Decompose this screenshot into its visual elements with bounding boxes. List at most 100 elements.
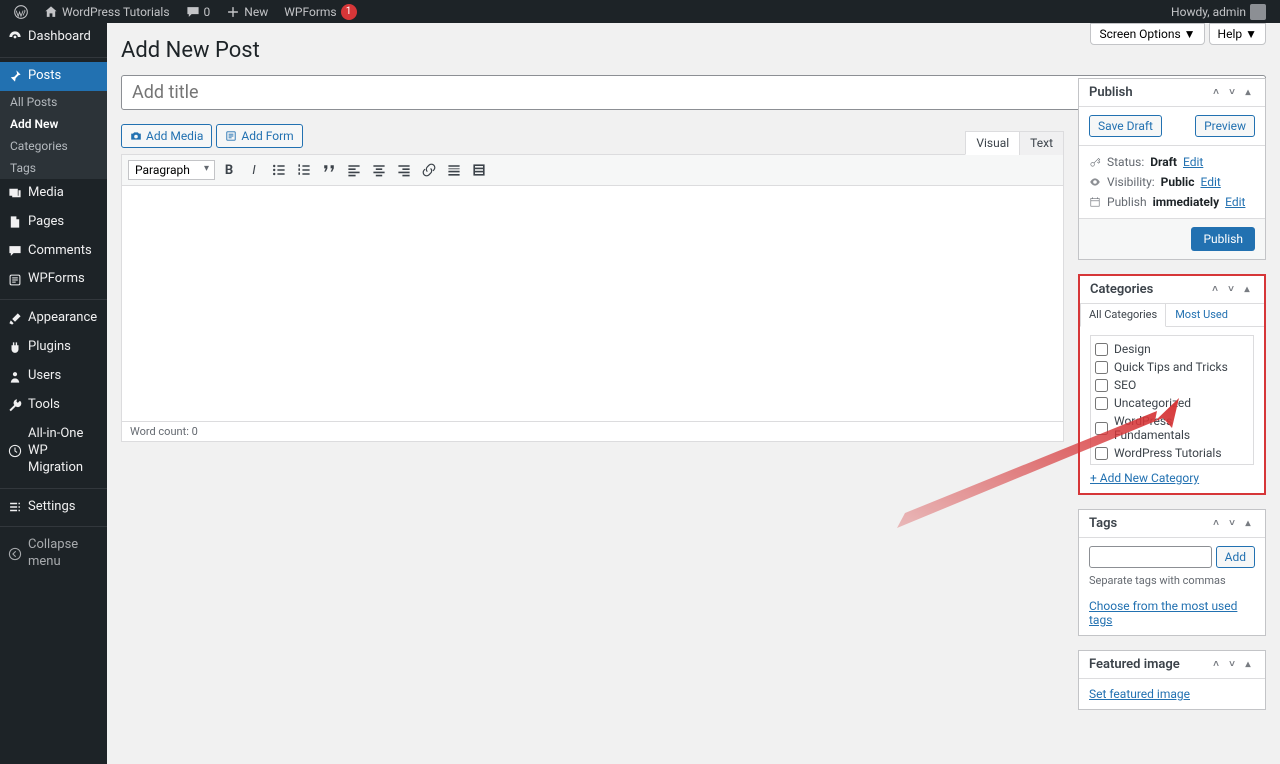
wp-logo[interactable] bbox=[8, 0, 34, 23]
edit-status-link[interactable]: Edit bbox=[1183, 155, 1203, 169]
most-used-tab[interactable]: Most Used bbox=[1166, 304, 1237, 326]
choose-tags-link[interactable]: Choose from the most used tags bbox=[1089, 599, 1255, 627]
menu-appearance[interactable]: Appearance bbox=[0, 304, 107, 333]
number-list-button[interactable] bbox=[293, 159, 315, 181]
menu-wpforms[interactable]: WPForms bbox=[0, 265, 107, 294]
toolbar-toggle-button[interactable] bbox=[468, 159, 490, 181]
add-media-button[interactable]: Add Media bbox=[121, 124, 212, 148]
toggle-icon[interactable]: ▴ bbox=[1241, 658, 1255, 672]
align-left-button[interactable] bbox=[343, 159, 365, 181]
menu-tools[interactable]: Tools bbox=[0, 391, 107, 420]
add-form-button[interactable]: Add Form bbox=[216, 124, 302, 148]
toggle-icon[interactable]: ▴ bbox=[1241, 86, 1255, 100]
move-down-icon[interactable]: ˅ bbox=[1225, 86, 1239, 100]
menu-migration[interactable]: All-in-One WP Migration bbox=[0, 420, 107, 483]
menu-dashboard[interactable]: Dashboard bbox=[0, 23, 107, 52]
word-count: Word count: 0 bbox=[122, 421, 1063, 441]
text-tab[interactable]: Text bbox=[1019, 131, 1064, 155]
set-featured-image-link[interactable]: Set featured image bbox=[1089, 687, 1190, 701]
media-icon bbox=[8, 186, 22, 200]
category-item[interactable]: WordPress Tutorials bbox=[1095, 444, 1249, 462]
add-tag-button[interactable]: Add bbox=[1216, 546, 1255, 568]
category-checkbox[interactable] bbox=[1095, 397, 1108, 410]
category-item-child[interactable]: Plugins bbox=[1095, 462, 1249, 465]
editor-content-area[interactable] bbox=[122, 186, 1063, 421]
users-icon bbox=[8, 370, 22, 384]
edit-schedule-link[interactable]: Edit bbox=[1225, 195, 1245, 209]
pages-icon bbox=[8, 215, 22, 229]
publish-title: Publish bbox=[1089, 85, 1133, 100]
quote-button[interactable] bbox=[318, 159, 340, 181]
move-down-icon[interactable]: ˅ bbox=[1224, 283, 1238, 297]
save-draft-button[interactable]: Save Draft bbox=[1089, 115, 1162, 137]
readmore-button[interactable] bbox=[443, 159, 465, 181]
pin-icon bbox=[8, 69, 22, 83]
move-up-icon[interactable]: ˄ bbox=[1208, 283, 1222, 297]
category-item[interactable]: WordPress Fundamentals bbox=[1095, 412, 1249, 444]
camera-icon bbox=[130, 130, 142, 142]
admin-bar: WordPress Tutorials 0 New WPForms1 Howdy… bbox=[0, 0, 1280, 23]
site-name-label: WordPress Tutorials bbox=[62, 5, 170, 19]
category-checkbox[interactable] bbox=[1095, 379, 1108, 392]
category-checkbox[interactable] bbox=[1095, 447, 1108, 460]
dashboard-icon bbox=[8, 30, 22, 44]
tags-metabox: Tags˄˅▴ Add Separate tags with commas Ch… bbox=[1078, 509, 1266, 636]
add-new-category-link[interactable]: + Add New Category bbox=[1090, 471, 1199, 485]
italic-button[interactable]: I bbox=[243, 159, 265, 181]
help-button[interactable]: Help ▼ bbox=[1209, 23, 1266, 45]
menu-pages[interactable]: Pages bbox=[0, 208, 107, 237]
collapse-menu[interactable]: Collapse menu bbox=[0, 531, 107, 577]
menu-plugins[interactable]: Plugins bbox=[0, 333, 107, 362]
publish-button[interactable]: Publish bbox=[1191, 227, 1255, 251]
edit-visibility-link[interactable]: Edit bbox=[1200, 175, 1220, 189]
category-checkbox[interactable] bbox=[1095, 361, 1108, 374]
category-checkbox[interactable] bbox=[1109, 465, 1122, 466]
toggle-icon[interactable]: ▴ bbox=[1241, 517, 1255, 531]
submenu-categories[interactable]: Categories bbox=[0, 135, 107, 157]
category-item[interactable]: Design bbox=[1095, 340, 1249, 358]
category-item[interactable]: SEO bbox=[1095, 376, 1249, 394]
eye-icon bbox=[1089, 176, 1101, 188]
publish-metabox: Publish˄˅▴ Save Draft Preview Status: Dr… bbox=[1078, 78, 1266, 260]
menu-posts[interactable]: Posts bbox=[0, 62, 107, 91]
link-button[interactable] bbox=[418, 159, 440, 181]
howdy-link[interactable]: Howdy, admin bbox=[1165, 0, 1272, 23]
menu-users[interactable]: Users bbox=[0, 362, 107, 391]
preview-button[interactable]: Preview bbox=[1195, 115, 1255, 137]
submenu-add-new[interactable]: Add New bbox=[0, 113, 107, 135]
comments-link[interactable]: 0 bbox=[180, 0, 217, 23]
toggle-icon[interactable]: ▴ bbox=[1240, 283, 1254, 297]
bullet-list-button[interactable] bbox=[268, 159, 290, 181]
submenu-tags[interactable]: Tags bbox=[0, 157, 107, 179]
category-checkbox[interactable] bbox=[1095, 343, 1108, 356]
menu-media[interactable]: Media bbox=[0, 179, 107, 208]
visual-tab[interactable]: Visual bbox=[965, 131, 1020, 155]
format-select[interactable]: Paragraph bbox=[128, 160, 215, 180]
tag-input[interactable] bbox=[1089, 546, 1212, 568]
submenu-all-posts[interactable]: All Posts bbox=[0, 91, 107, 113]
posts-submenu: All Posts Add New Categories Tags bbox=[0, 91, 107, 179]
calendar-icon bbox=[1089, 196, 1101, 208]
category-item[interactable]: Uncategorized bbox=[1095, 394, 1249, 412]
move-down-icon[interactable]: ˅ bbox=[1225, 658, 1239, 672]
menu-comments[interactable]: Comments bbox=[0, 237, 107, 266]
align-center-button[interactable] bbox=[368, 159, 390, 181]
screen-options-button[interactable]: Screen Options ▼ bbox=[1090, 23, 1204, 45]
menu-settings[interactable]: Settings bbox=[0, 493, 107, 522]
category-list[interactable]: Design Quick Tips and Tricks SEO Uncateg… bbox=[1090, 335, 1254, 465]
bold-button[interactable]: B bbox=[218, 159, 240, 181]
wpforms-label: WPForms bbox=[284, 5, 336, 19]
site-name-link[interactable]: WordPress Tutorials bbox=[38, 0, 176, 23]
tags-hint: Separate tags with commas bbox=[1089, 574, 1255, 587]
new-label: New bbox=[244, 5, 268, 19]
move-up-icon[interactable]: ˄ bbox=[1209, 658, 1223, 672]
move-up-icon[interactable]: ˄ bbox=[1209, 517, 1223, 531]
category-checkbox[interactable] bbox=[1095, 422, 1108, 435]
align-right-button[interactable] bbox=[393, 159, 415, 181]
all-categories-tab[interactable]: All Categories bbox=[1080, 304, 1166, 327]
new-link[interactable]: New bbox=[220, 0, 274, 23]
category-item[interactable]: Quick Tips and Tricks bbox=[1095, 358, 1249, 376]
move-up-icon[interactable]: ˄ bbox=[1209, 86, 1223, 100]
move-down-icon[interactable]: ˅ bbox=[1225, 517, 1239, 531]
wpforms-link[interactable]: WPForms1 bbox=[278, 0, 362, 23]
